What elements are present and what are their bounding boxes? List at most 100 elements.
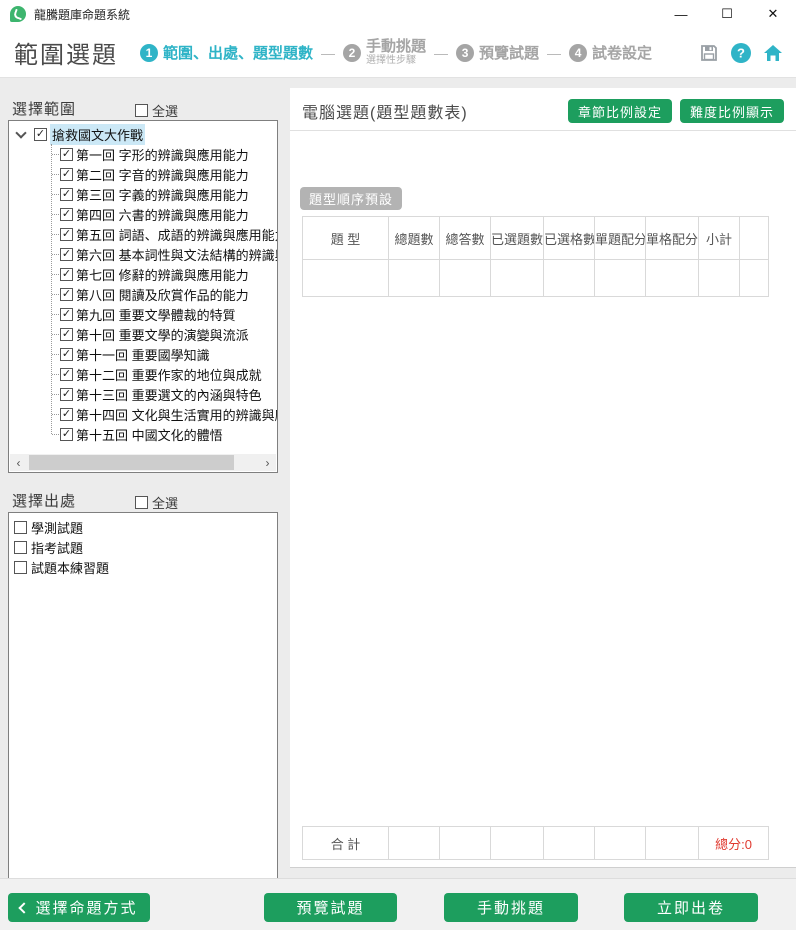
range-select-all[interactable]: 全選	[135, 101, 178, 120]
step-1-label: 範圍、出處、題型題數	[163, 42, 313, 63]
item-checkbox[interactable]	[60, 268, 73, 281]
step-3-number: 3	[456, 44, 474, 62]
item-checkbox[interactable]	[60, 368, 73, 381]
item-checkbox[interactable]	[60, 288, 73, 301]
col-header	[740, 217, 769, 260]
step-2-manual-pick[interactable]: 2 手動挑題 選擇性步驟	[343, 39, 426, 66]
item-checkbox[interactable]	[14, 541, 27, 554]
question-type-table: 題 型 總題數 總答數 已選題數 已選格數 單題配分 單格配分 小計	[302, 216, 769, 297]
tree-item[interactable]: 第六回 基本詞性與文法結構的辨識與	[9, 244, 277, 264]
app-logo-icon	[10, 6, 26, 22]
item-checkbox[interactable]	[60, 248, 73, 261]
tree-item[interactable]: 第九回 重要文學體裁的特質	[9, 304, 277, 324]
divider	[290, 130, 796, 131]
total-label-cell: 合 計	[303, 827, 389, 860]
close-button[interactable]: ✕	[750, 0, 796, 28]
list-item[interactable]: 學測試題	[9, 517, 277, 537]
item-checkbox[interactable]	[60, 168, 73, 181]
minimize-button[interactable]: —	[658, 0, 704, 28]
save-icon[interactable]	[698, 42, 720, 64]
source-section-title: 選擇出處	[12, 490, 76, 511]
tree-item[interactable]: 第十回 重要文學的演變與流派	[9, 324, 277, 344]
list-item[interactable]: 指考試題	[9, 537, 277, 557]
item-checkbox[interactable]	[60, 308, 73, 321]
item-checkbox[interactable]	[60, 228, 73, 241]
tree-item[interactable]: 第五回 詞語、成語的辨識與應用能力	[9, 224, 277, 244]
totals-table: 合 計 總分:0	[302, 826, 769, 860]
item-checkbox[interactable]	[60, 388, 73, 401]
chevron-down-icon[interactable]	[15, 127, 26, 138]
item-checkbox[interactable]	[60, 428, 73, 441]
horizontal-scrollbar[interactable]: ‹ ›	[10, 454, 276, 471]
tree-item[interactable]: 第四回 六書的辨識與應用能力	[9, 204, 277, 224]
tree-item[interactable]: 第十三回 重要選文的內涵與特色	[9, 384, 277, 404]
tree-item[interactable]: 第十五回 中國文化的體悟	[9, 424, 277, 444]
panel-title: 電腦選題(題型題數表)	[302, 99, 468, 123]
header-icons: ?	[698, 42, 784, 64]
tree-items: 第一回 字形的辨識與應用能力 第二回 字音的辨識與應用能力 第三回 字義的辨識與…	[9, 144, 277, 444]
source-list: 學測試題 指考試題 試題本練習題	[9, 513, 277, 577]
step-4-paper-settings[interactable]: 4 試卷設定	[569, 42, 652, 63]
tree-item[interactable]: 第十四回 文化與生活實用的辨識與應	[9, 404, 277, 424]
scroll-right-icon[interactable]: ›	[259, 454, 276, 471]
tree-item[interactable]: 第七回 修辭的辨識與應用能力	[9, 264, 277, 284]
chapter-ratio-button[interactable]: 章節比例設定	[568, 99, 672, 123]
item-checkbox[interactable]	[14, 561, 27, 574]
tree-root-row[interactable]: 搶救國文大作戰	[9, 124, 277, 144]
manual-pick-button[interactable]: 手動挑題	[444, 893, 578, 922]
item-checkbox[interactable]	[60, 208, 73, 221]
source-select-all-checkbox[interactable]	[135, 496, 148, 509]
maximize-button[interactable]: ☐	[704, 0, 750, 28]
table-cell	[389, 260, 440, 297]
question-type-order-preset-button[interactable]: 題型順序預設	[300, 187, 402, 210]
table-cell	[740, 260, 769, 297]
preview-questions-button[interactable]: 預覽試題	[264, 893, 397, 922]
item-checkbox[interactable]	[60, 348, 73, 361]
col-header: 已選格數	[544, 217, 595, 260]
step-2-number: 2	[343, 44, 361, 62]
tree-item[interactable]: 第十一回 重要國學知識	[9, 344, 277, 364]
totals-row: 合 計 總分:0	[303, 827, 769, 860]
col-header: 總題數	[389, 217, 440, 260]
step-1-range[interactable]: 1 範圍、出處、題型題數	[140, 42, 313, 63]
tree-item[interactable]: 第一回 字形的辨識與應用能力	[9, 144, 277, 164]
svg-text:?: ?	[737, 45, 745, 60]
tree-root-checkbox[interactable]	[34, 128, 47, 141]
table-row	[303, 260, 769, 297]
tree-item[interactable]: 第二回 字音的辨識與應用能力	[9, 164, 277, 184]
generate-paper-button[interactable]: 立即出卷	[624, 893, 758, 922]
item-checkbox[interactable]	[60, 148, 73, 161]
table-cell	[595, 260, 646, 297]
tree-item[interactable]: 第八回 閱讀及欣賞作品的能力	[9, 284, 277, 304]
step-separator: —	[547, 45, 561, 61]
home-icon[interactable]	[762, 42, 784, 64]
step-3-preview[interactable]: 3 預覽試題	[456, 42, 539, 63]
item-checkbox[interactable]	[60, 408, 73, 421]
step-4-label: 試卷設定	[592, 42, 652, 63]
help-icon[interactable]: ?	[730, 42, 752, 64]
list-item[interactable]: 試題本練習題	[9, 557, 277, 577]
stepper: 1 範圍、出處、題型題數 — 2 手動挑題 選擇性步驟 — 3 預覽試題 — 4…	[140, 39, 652, 66]
table-cell	[595, 827, 646, 860]
scrollbar-thumb[interactable]	[29, 455, 234, 470]
scroll-left-icon[interactable]: ‹	[10, 454, 27, 471]
source-select-all-label: 全選	[152, 493, 178, 512]
difficulty-ratio-button[interactable]: 難度比例顯示	[680, 99, 784, 123]
table-header-row: 題 型 總題數 總答數 已選題數 已選格數 單題配分 單格配分 小計	[303, 217, 769, 260]
tree-item[interactable]: 第十二回 重要作家的地位與成就	[9, 364, 277, 384]
choose-method-back-button[interactable]: 選擇命題方式	[8, 893, 150, 922]
col-header: 總答數	[440, 217, 491, 260]
item-checkbox[interactable]	[60, 328, 73, 341]
item-checkbox[interactable]	[60, 188, 73, 201]
range-select-all-checkbox[interactable]	[135, 104, 148, 117]
page-title: 範圍選題	[14, 35, 118, 70]
table-cell	[303, 260, 389, 297]
tree-item[interactable]: 第三回 字義的辨識與應用能力	[9, 184, 277, 204]
table-cell	[440, 827, 491, 860]
source-select-all[interactable]: 全選	[135, 493, 178, 512]
col-header: 題 型	[303, 217, 389, 260]
table-cell	[646, 260, 699, 297]
item-checkbox[interactable]	[14, 521, 27, 534]
total-score: 總分:0	[699, 827, 769, 860]
source-list-box: 學測試題 指考試題 試題本練習題	[8, 512, 278, 892]
